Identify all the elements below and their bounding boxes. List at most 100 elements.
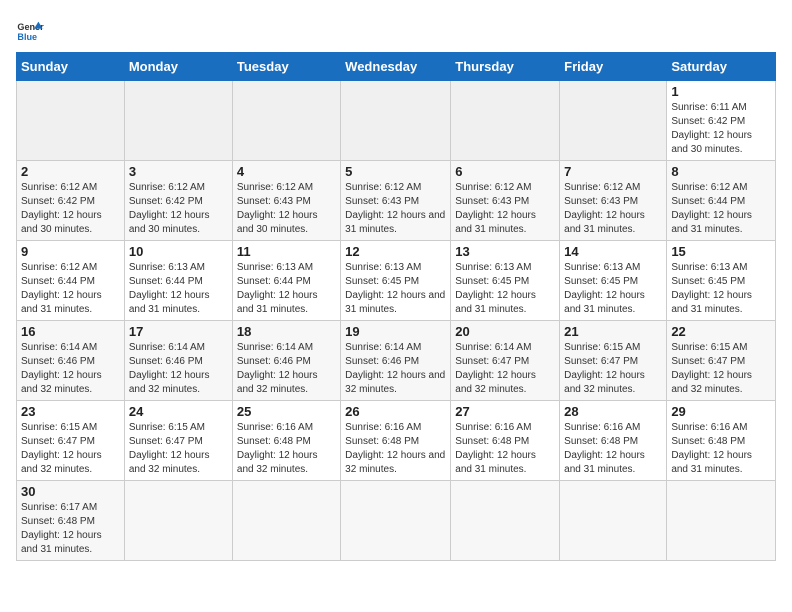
day-info: Sunrise: 6:14 AM Sunset: 6:47 PM Dayligh…	[455, 341, 555, 397]
day-info: Sunrise: 6:16 AM Sunset: 6:48 PM Dayligh…	[237, 421, 336, 477]
day-info: Sunrise: 6:13 AM Sunset: 6:44 PM Dayligh…	[237, 261, 336, 317]
logo-icon: General Blue	[16, 16, 44, 44]
calendar-cell: 24 Sunrise: 6:15 AM Sunset: 6:47 PM Dayli…	[124, 401, 232, 481]
day-info: Sunrise: 6:12 AM Sunset: 6:43 PM Dayligh…	[345, 181, 446, 237]
day-info: Sunrise: 6:12 AM Sunset: 6:43 PM Dayligh…	[564, 181, 662, 237]
day-number: 11	[237, 244, 336, 259]
calendar-header-tuesday: Tuesday	[232, 53, 340, 81]
calendar-cell: 7 Sunrise: 6:12 AM Sunset: 6:43 PM Daylig…	[560, 161, 667, 241]
calendar-cell: 2 Sunrise: 6:12 AM Sunset: 6:42 PM Daylig…	[17, 161, 125, 241]
calendar-cell	[667, 481, 776, 561]
calendar-cell	[232, 81, 340, 161]
day-number: 1	[671, 84, 771, 99]
day-info: Sunrise: 6:14 AM Sunset: 6:46 PM Dayligh…	[237, 341, 336, 397]
day-info: Sunrise: 6:16 AM Sunset: 6:48 PM Dayligh…	[671, 421, 771, 477]
calendar-cell: 15Sunrise: 6:13 AM Sunset: 6:45 PM Dayli…	[667, 241, 776, 321]
calendar-cell: 26 Sunrise: 6:16 AM Sunset: 6:48 PM Dayli…	[341, 401, 451, 481]
svg-text:Blue: Blue	[17, 32, 37, 42]
calendar-cell	[124, 481, 232, 561]
calendar-cell: 3 Sunrise: 6:12 AM Sunset: 6:42 PM Daylig…	[124, 161, 232, 241]
day-info: Sunrise: 6:15 AM Sunset: 6:47 PM Dayligh…	[564, 341, 662, 397]
day-number: 24	[129, 404, 228, 419]
calendar-week-row: 30Sunrise: 6:17 AM Sunset: 6:48 PM Dayli…	[17, 481, 776, 561]
calendar-cell: 30Sunrise: 6:17 AM Sunset: 6:48 PM Dayli…	[17, 481, 125, 561]
day-info: Sunrise: 6:16 AM Sunset: 6:48 PM Dayligh…	[455, 421, 555, 477]
day-number: 25	[237, 404, 336, 419]
day-number: 20	[455, 324, 555, 339]
day-info: Sunrise: 6:12 AM Sunset: 6:42 PM Dayligh…	[129, 181, 228, 237]
day-number: 13	[455, 244, 555, 259]
day-info: Sunrise: 6:13 AM Sunset: 6:45 PM Dayligh…	[671, 261, 771, 317]
day-number: 19	[345, 324, 446, 339]
calendar-cell	[341, 81, 451, 161]
day-info: Sunrise: 6:13 AM Sunset: 6:44 PM Dayligh…	[129, 261, 228, 317]
calendar-cell: 22 Sunrise: 6:15 AM Sunset: 6:47 PM Dayli…	[667, 321, 776, 401]
calendar-cell: 28 Sunrise: 6:16 AM Sunset: 6:48 PM Dayli…	[560, 401, 667, 481]
calendar-header-sunday: Sunday	[17, 53, 125, 81]
day-number: 22	[671, 324, 771, 339]
day-info: Sunrise: 6:14 AM Sunset: 6:46 PM Dayligh…	[129, 341, 228, 397]
calendar-cell: 23 Sunrise: 6:15 AM Sunset: 6:47 PM Dayli…	[17, 401, 125, 481]
day-info: Sunrise: 6:12 AM Sunset: 6:43 PM Dayligh…	[455, 181, 555, 237]
day-number: 3	[129, 164, 228, 179]
day-number: 7	[564, 164, 662, 179]
day-info: Sunrise: 6:15 AM Sunset: 6:47 PM Dayligh…	[21, 421, 120, 477]
page-header: General Blue	[16, 16, 776, 44]
day-number: 27	[455, 404, 555, 419]
day-number: 16	[21, 324, 120, 339]
day-number: 17	[129, 324, 228, 339]
calendar-cell	[232, 481, 340, 561]
day-info: Sunrise: 6:14 AM Sunset: 6:46 PM Dayligh…	[21, 341, 120, 397]
day-number: 10	[129, 244, 228, 259]
calendar-cell: 6Sunrise: 6:12 AM Sunset: 6:43 PM Daylig…	[451, 161, 560, 241]
calendar-table: SundayMondayTuesdayWednesdayThursdayFrid…	[16, 52, 776, 561]
day-number: 9	[21, 244, 120, 259]
calendar-cell: 21 Sunrise: 6:15 AM Sunset: 6:47 PM Dayli…	[560, 321, 667, 401]
calendar-cell	[341, 481, 451, 561]
day-info: Sunrise: 6:13 AM Sunset: 6:45 PM Dayligh…	[455, 261, 555, 317]
day-number: 8	[671, 164, 771, 179]
calendar-header-friday: Friday	[560, 53, 667, 81]
calendar-week-row: 16 Sunrise: 6:14 AM Sunset: 6:46 PM Dayli…	[17, 321, 776, 401]
day-number: 23	[21, 404, 120, 419]
day-info: Sunrise: 6:16 AM Sunset: 6:48 PM Dayligh…	[564, 421, 662, 477]
calendar-cell: 17 Sunrise: 6:14 AM Sunset: 6:46 PM Dayli…	[124, 321, 232, 401]
day-info: Sunrise: 6:16 AM Sunset: 6:48 PM Dayligh…	[345, 421, 446, 477]
calendar-cell: 29 Sunrise: 6:16 AM Sunset: 6:48 PM Dayli…	[667, 401, 776, 481]
calendar-cell: 9Sunrise: 6:12 AM Sunset: 6:44 PM Daylig…	[17, 241, 125, 321]
calendar-cell: 11 Sunrise: 6:13 AM Sunset: 6:44 PM Dayli…	[232, 241, 340, 321]
day-number: 26	[345, 404, 446, 419]
calendar-cell: 1 Sunrise: 6:11 AM Sunset: 6:42 PM Daylig…	[667, 81, 776, 161]
calendar-cell	[17, 81, 125, 161]
calendar-cell: 10 Sunrise: 6:13 AM Sunset: 6:44 PM Dayli…	[124, 241, 232, 321]
day-number: 12	[345, 244, 446, 259]
calendar-cell	[560, 81, 667, 161]
calendar-header-row: SundayMondayTuesdayWednesdayThursdayFrid…	[17, 53, 776, 81]
day-number: 14	[564, 244, 662, 259]
day-info: Sunrise: 6:12 AM Sunset: 6:43 PM Dayligh…	[237, 181, 336, 237]
calendar-cell: 4 Sunrise: 6:12 AM Sunset: 6:43 PM Daylig…	[232, 161, 340, 241]
calendar-cell: 27 Sunrise: 6:16 AM Sunset: 6:48 PM Dayli…	[451, 401, 560, 481]
calendar-header-wednesday: Wednesday	[341, 53, 451, 81]
day-number: 29	[671, 404, 771, 419]
day-number: 4	[237, 164, 336, 179]
calendar-cell: 16 Sunrise: 6:14 AM Sunset: 6:46 PM Dayli…	[17, 321, 125, 401]
calendar-cell	[451, 481, 560, 561]
day-number: 21	[564, 324, 662, 339]
calendar-cell: 18Sunrise: 6:14 AM Sunset: 6:46 PM Dayli…	[232, 321, 340, 401]
day-info: Sunrise: 6:11 AM Sunset: 6:42 PM Dayligh…	[671, 101, 771, 157]
day-info: Sunrise: 6:13 AM Sunset: 6:45 PM Dayligh…	[345, 261, 446, 317]
calendar-cell: 5Sunrise: 6:12 AM Sunset: 6:43 PM Daylig…	[341, 161, 451, 241]
calendar-cell: 13 Sunrise: 6:13 AM Sunset: 6:45 PM Dayli…	[451, 241, 560, 321]
day-number: 28	[564, 404, 662, 419]
calendar-week-row: 9Sunrise: 6:12 AM Sunset: 6:44 PM Daylig…	[17, 241, 776, 321]
day-info: Sunrise: 6:14 AM Sunset: 6:46 PM Dayligh…	[345, 341, 446, 397]
day-info: Sunrise: 6:15 AM Sunset: 6:47 PM Dayligh…	[129, 421, 228, 477]
calendar-header-saturday: Saturday	[667, 53, 776, 81]
logo: General Blue	[16, 16, 44, 44]
calendar-header-thursday: Thursday	[451, 53, 560, 81]
day-number: 2	[21, 164, 120, 179]
day-info: Sunrise: 6:12 AM Sunset: 6:42 PM Dayligh…	[21, 181, 120, 237]
day-info: Sunrise: 6:15 AM Sunset: 6:47 PM Dayligh…	[671, 341, 771, 397]
calendar-cell: 14Sunrise: 6:13 AM Sunset: 6:45 PM Dayli…	[560, 241, 667, 321]
